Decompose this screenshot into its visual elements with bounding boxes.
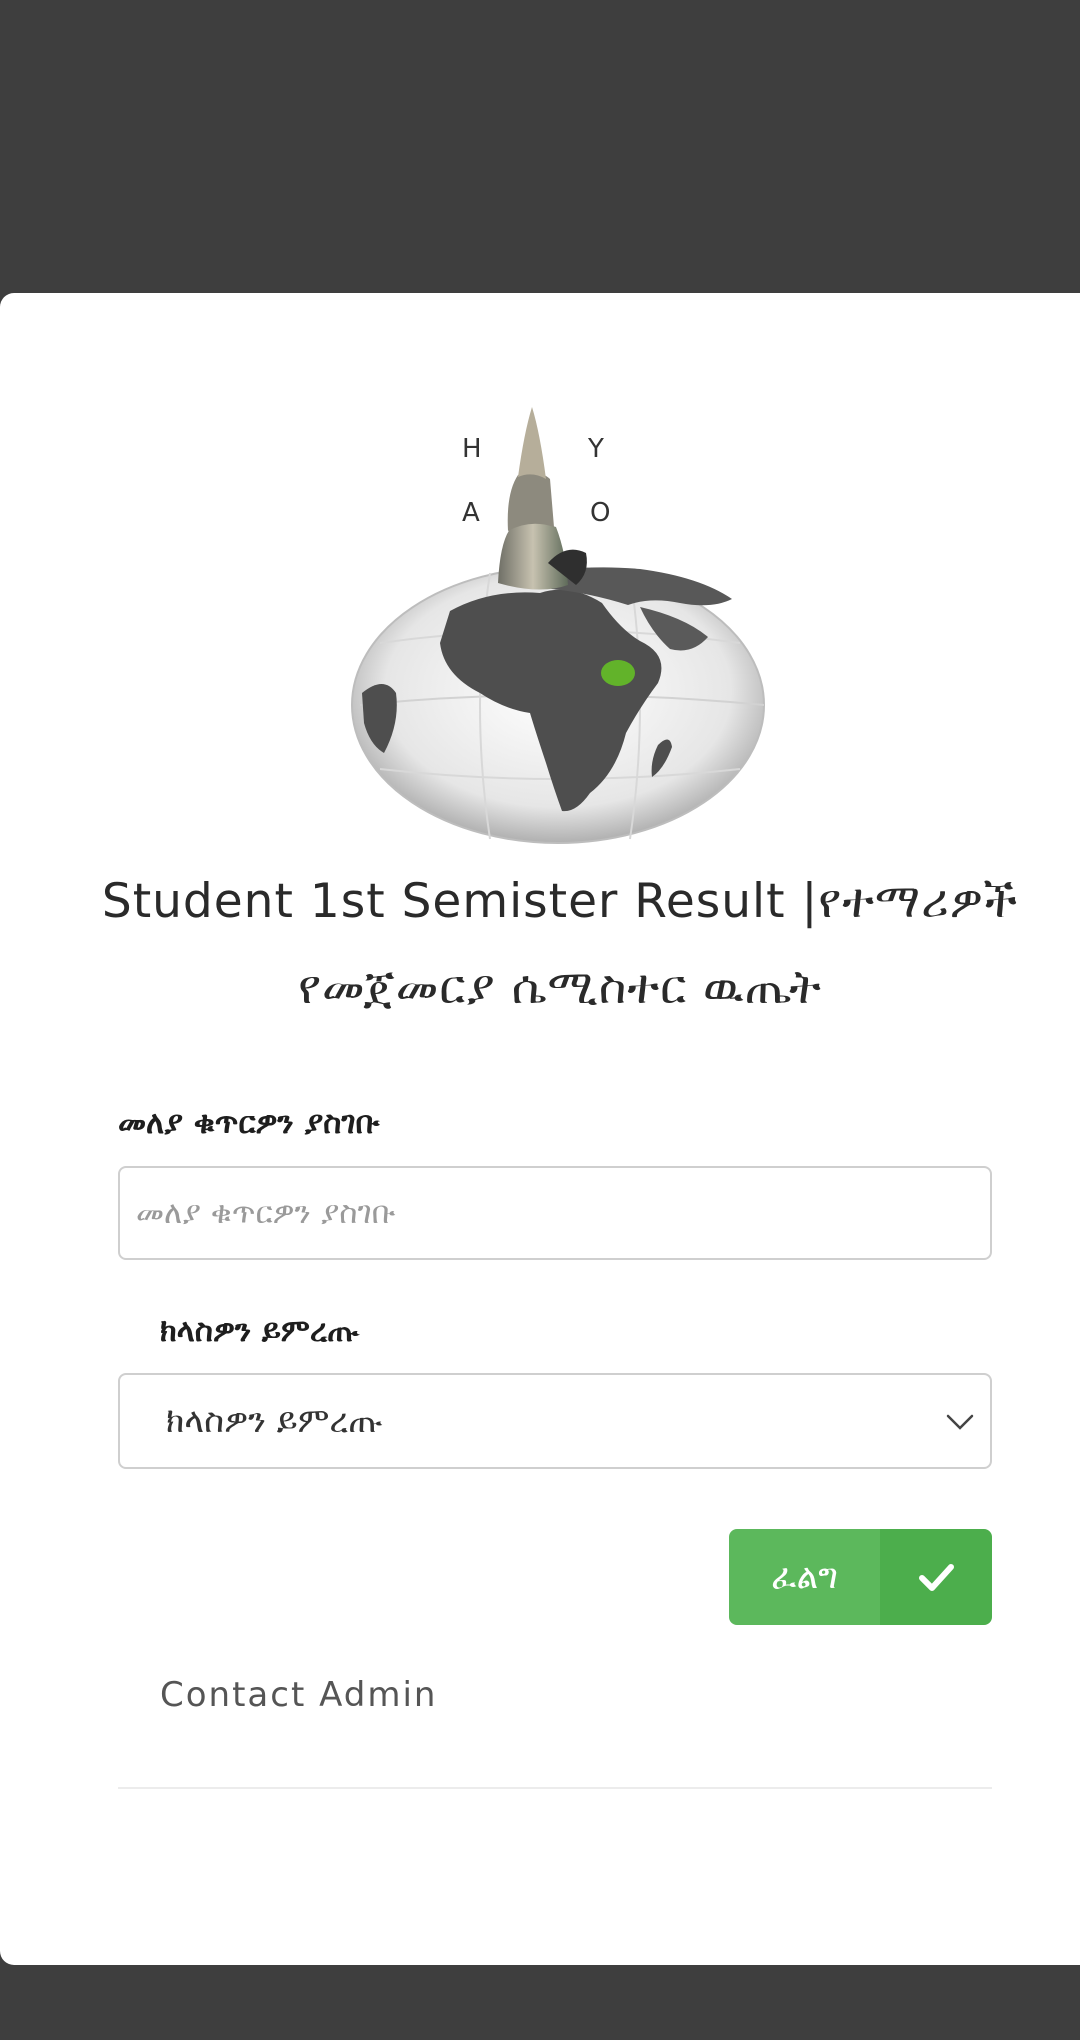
class-select-value: ክላስዎን ይምረጡ bbox=[166, 1401, 383, 1441]
search-button[interactable]: ፈልግ bbox=[729, 1529, 992, 1625]
page-title-line-2: የመጀመርያ ሴሚስተር ዉጤት bbox=[298, 960, 822, 1015]
result-card: H Y A O Student 1st Semister Result |የተማ… bbox=[0, 293, 1080, 1965]
logo-letter: O bbox=[590, 498, 610, 528]
contact-admin-link[interactable]: Contact Admin bbox=[160, 1675, 437, 1715]
id-field-label: መለያ ቁጥርዎን ያስገቡ bbox=[118, 1105, 380, 1141]
page-title: Student 1st Semister Result |የተማሪዎች የመጀመ… bbox=[80, 859, 1040, 1031]
search-button-label: ፈልግ bbox=[729, 1529, 880, 1625]
class-field-label: ክላስዎን ይምረጡ bbox=[160, 1313, 359, 1349]
chevron-down-icon bbox=[946, 1414, 974, 1430]
page-title-line-1: Student 1st Semister Result |የተማሪዎች bbox=[101, 874, 1019, 929]
site-logo: H Y A O bbox=[351, 407, 765, 844]
id-number-input[interactable] bbox=[118, 1166, 992, 1260]
logo-letter: Y bbox=[587, 434, 604, 464]
divider bbox=[118, 1787, 992, 1789]
class-select[interactable]: ክላስዎን ይምረጡ bbox=[118, 1373, 992, 1469]
logo-letter: H bbox=[462, 434, 482, 464]
logo-letter: A bbox=[462, 498, 480, 528]
check-icon bbox=[880, 1529, 992, 1625]
